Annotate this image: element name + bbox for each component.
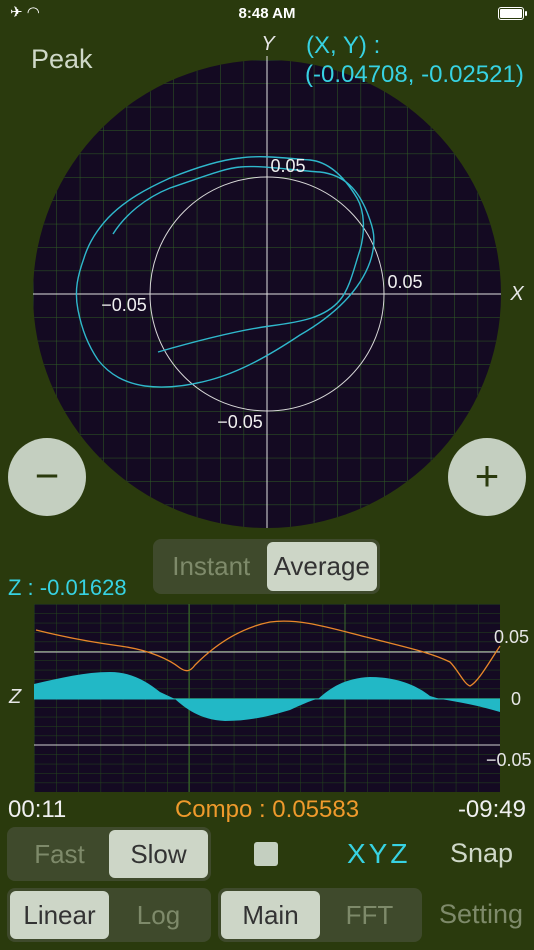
instant-option[interactable]: Instant [156,542,267,591]
slow-option[interactable]: Slow [109,830,208,878]
xy-readout-value: (-0.04708, -0.02521) [305,61,524,88]
tick-neg-y: −0.05 [217,412,263,432]
average-toggle: Instant Average [153,539,380,594]
mode-label: Peak [31,44,93,74]
main-option[interactable]: Main [221,891,320,939]
remaining-time: -09:49 [457,796,526,823]
z-axis-label: Z [9,686,22,708]
z-plot [34,604,501,792]
fft-option[interactable]: FFT [320,891,419,939]
tick-pos-x: 0.05 [387,272,422,292]
view-toggle: Main FFT [218,888,422,942]
zoom-in-button[interactable]: + [448,438,526,516]
linear-option[interactable]: Linear [10,891,109,939]
tick-neg-x: −0.05 [101,295,147,315]
z-tick-bottom: −0.05 [486,750,532,770]
z-tick-mid: 0 [511,689,522,709]
speed-toggle: Fast Slow [7,827,211,881]
status-time: 8:48 AM [238,5,296,22]
axis-y-label: Y [261,33,276,55]
average-option[interactable]: Average [266,542,377,591]
stop-button[interactable] [254,842,278,866]
xyz-button[interactable]: XYZ [347,838,410,870]
fast-option[interactable]: Fast [10,830,109,878]
compo-readout: Compo : 0.05583 [174,796,360,823]
log-option[interactable]: Log [109,891,208,939]
battery-icon [498,7,527,20]
scale-toggle: Linear Log [7,888,211,942]
setting-button[interactable]: Setting [439,899,523,930]
z-readout: Z : -0.01628 [8,575,127,600]
zoom-out-button[interactable]: − [8,438,86,516]
status-bar: ✈ ◠ 8:48 AM [0,0,534,28]
snap-button[interactable]: Snap [450,838,513,869]
xy-readout-label: (X, Y) : [306,32,381,59]
tick-pos-y: 0.05 [270,156,305,176]
z-tick-top: 0.05 [494,627,530,647]
axis-x-label: X [509,283,524,305]
